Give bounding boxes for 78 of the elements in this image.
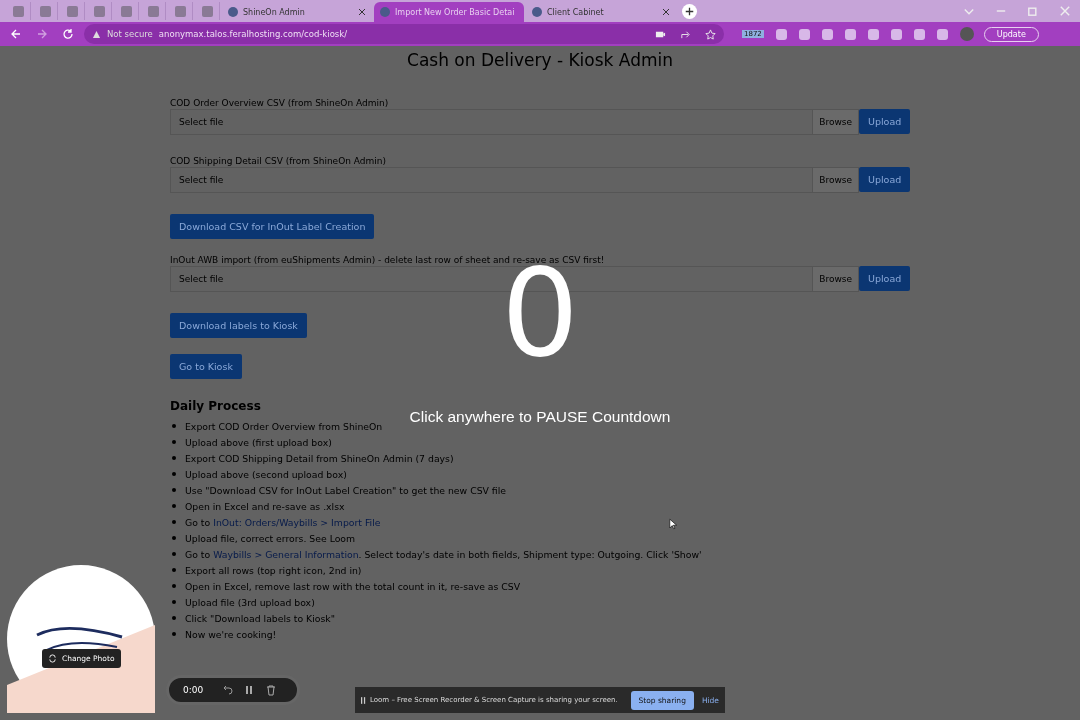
site-icon [12, 5, 24, 17]
bullet-icon [172, 440, 176, 444]
field-label: COD Shipping Detail CSV (from ShineOn Admin) [170, 156, 387, 166]
address-bar[interactable]: Not secure anonymax.talos.feralhosting.com/cod-kiosk/ [84, 24, 724, 44]
bullet-icon [172, 552, 176, 556]
extension-icon[interactable] [913, 28, 925, 40]
step-text: Open in Excel and re-save as .xlsx [185, 500, 345, 512]
warning-icon [92, 29, 101, 39]
bullet-icon [172, 504, 176, 508]
bullet-icon [172, 472, 176, 476]
bullet-icon [172, 568, 176, 572]
upload-button[interactable]: Upload [859, 109, 910, 134]
browser-tab[interactable]: Client Cabinet [526, 2, 676, 22]
extension-icon[interactable] [867, 28, 879, 40]
bullet-icon [172, 584, 176, 588]
field-label: InOut AWB import (from euShipments Admin) - delete last row of sheet and re-save as CSV first! [170, 255, 606, 265]
action-button[interactable]: Go to Kiosk [170, 354, 242, 379]
field-label: COD Order Overview CSV (from ShineOn Admin) [170, 98, 390, 108]
action-button[interactable]: Download CSV for InOut Label Creation [170, 214, 375, 239]
globe-icon [532, 7, 542, 17]
step-text: Export all rows (top right icon, 2nd in) [185, 564, 362, 576]
star-icon[interactable] [705, 28, 716, 40]
new-tab-icon[interactable] [682, 3, 697, 19]
close-icon[interactable] [662, 8, 670, 16]
extension-icon[interactable] [798, 28, 810, 40]
file-field[interactable]: Select file Browse [170, 109, 859, 135]
step-text: Export COD Shipping Detail from ShineOn Admin (7 days) [185, 452, 454, 464]
step-text: Go to Waybills > General Information. Select today's date in both fields, Shipment type: Outgoing. Click 'Show' [185, 548, 702, 560]
step-text: Export COD Order Overview from ShineOn [185, 420, 383, 432]
step-text: Now we're cooking! [185, 628, 277, 640]
step-text: Go to InOut: Orders/Waybills > Import File [185, 516, 381, 528]
undo-icon[interactable] [221, 684, 234, 696]
browser-tab[interactable]: ShineOn Admin [222, 2, 372, 22]
bullet-icon [172, 600, 176, 604]
upload-button[interactable]: Upload [859, 167, 910, 192]
cursor-icon [669, 518, 677, 530]
timer: 0:00 [183, 685, 204, 695]
site-icon [120, 5, 132, 17]
bullet-icon [172, 616, 176, 620]
browser-tab[interactable]: Import New Order Basic Detai [374, 2, 524, 22]
close-icon[interactable] [358, 8, 366, 16]
page-title: Cash on Delivery - Kiosk Admin [406, 50, 674, 70]
globe-icon [228, 7, 238, 17]
site-icon [93, 5, 105, 17]
file-field[interactable]: Select file Browse [170, 167, 859, 193]
step-text: Open in Excel, remove last row with the total count in it, re-save as CSV [185, 580, 521, 592]
step-link[interactable]: Waybills > General Information [213, 548, 359, 560]
countdown-hint[interactable]: Click anywhere to PAUSE Countdown [385, 408, 695, 426]
globe-icon [380, 7, 390, 17]
bullet-icon [172, 488, 176, 492]
pause-icon [361, 695, 366, 705]
action-button[interactable]: Download labels to Kiosk [170, 313, 307, 338]
step-text: Use "Download CSV for InOut Label Creation" to get the new CSV file [185, 484, 507, 496]
extension-icon[interactable] [890, 28, 902, 40]
swap-icon [48, 654, 57, 663]
bullet-icon [172, 424, 176, 428]
bullet-icon [172, 520, 176, 524]
step-text: Click "Download labels to Kiosk" [185, 612, 335, 624]
site-icon [147, 5, 159, 17]
extension-icon[interactable] [775, 28, 787, 40]
bullet-icon [172, 536, 176, 540]
step-text: Upload file, correct errors. See Loom [185, 532, 356, 544]
step-link[interactable]: InOut: Orders/Waybills > Import File [213, 516, 381, 528]
trash-icon[interactable] [265, 684, 278, 696]
extension-icon[interactable] [821, 28, 833, 40]
upload-button[interactable]: Upload [859, 266, 910, 291]
site-icon [66, 5, 78, 17]
extension-icon[interactable] [844, 28, 856, 40]
site-icon [174, 5, 186, 17]
step-text: Upload file (3rd upload box) [185, 596, 315, 608]
section-heading: Daily Process [170, 399, 262, 413]
site-icon [201, 5, 213, 17]
bullet-icon [172, 456, 176, 460]
step-text: Upload above (first upload box) [185, 436, 332, 448]
step-text: Upload above (second upload box) [185, 468, 347, 480]
site-icon [39, 5, 51, 17]
extension-icon[interactable] [936, 28, 948, 40]
bullet-icon [172, 632, 176, 636]
